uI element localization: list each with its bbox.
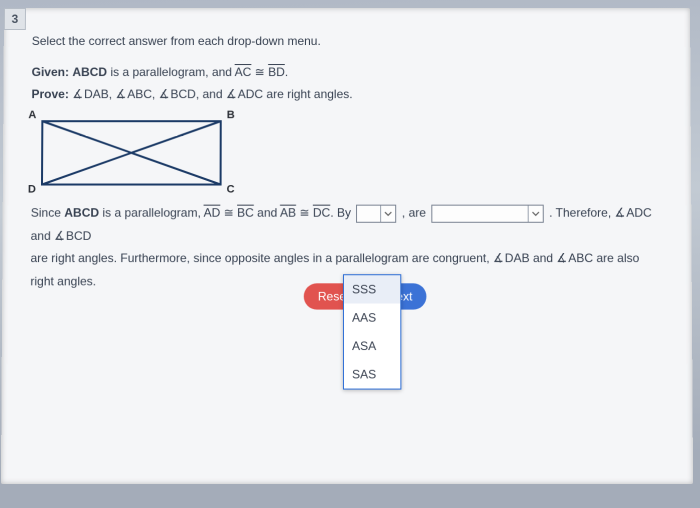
angle-bcd-2: BCD: [54, 228, 91, 242]
vertex-a: A: [28, 107, 36, 124]
angle-adc: ADC: [226, 87, 263, 101]
dropdown-congruence-rule[interactable]: [356, 204, 396, 222]
given-label: Given:: [32, 65, 69, 79]
rectangle-diagram: [41, 120, 222, 185]
seg-ab: AB: [280, 205, 296, 219]
angle-dab-2: DAB: [493, 251, 530, 265]
dropdown-option[interactable]: SAS: [344, 360, 400, 388]
seg-bc: BC: [237, 205, 254, 219]
seg-dc: DC: [313, 205, 330, 219]
angle-adc-2: ADC: [614, 205, 651, 219]
prove-row: Prove: DAB, ABC, BCD, and ADC are right …: [31, 85, 660, 104]
given-shape: ABCD: [72, 65, 107, 79]
vertex-d: D: [28, 181, 36, 198]
vertex-c: C: [227, 181, 235, 198]
congruent-symbol: ≅: [255, 65, 268, 79]
angle-abc: ABC: [115, 87, 152, 101]
figure-parallelogram: A B C D: [31, 110, 232, 195]
question-content: Select the correct answer from each drop…: [30, 32, 661, 293]
dropdown-menu-open[interactable]: SSS AAS ASA SAS: [343, 274, 401, 389]
given-text: is a parallelogram, and: [110, 65, 234, 79]
dropdown-triangles[interactable]: [431, 204, 543, 222]
given-row: Given: ABCD is a parallelogram, and AC ≅…: [32, 63, 661, 82]
prove-label: Prove:: [31, 87, 68, 101]
dropdown-option[interactable]: AAS: [344, 304, 400, 332]
seg-ad: AD: [204, 205, 221, 219]
chevron-down-icon: [528, 205, 543, 221]
segment-ac: AC: [235, 65, 252, 79]
question-number-badge: 3: [4, 8, 26, 30]
angle-dab: DAB: [72, 87, 109, 101]
content-screen: 3 Select the correct answer from each dr…: [1, 8, 693, 484]
chevron-down-icon: [380, 205, 395, 221]
angle-bcd: BCD: [159, 87, 196, 101]
angle-abc-2: ABC: [556, 251, 593, 265]
dropdown-option[interactable]: SSS: [344, 275, 400, 303]
segment-bd: BD: [268, 65, 285, 79]
monitor-bezel: 3 Select the correct answer from each dr…: [0, 0, 700, 508]
instruction-text: Select the correct answer from each drop…: [32, 32, 661, 51]
dropdown-option[interactable]: ASA: [344, 332, 400, 360]
prove-end: are right angles.: [266, 87, 352, 101]
vertex-b: B: [227, 107, 235, 124]
